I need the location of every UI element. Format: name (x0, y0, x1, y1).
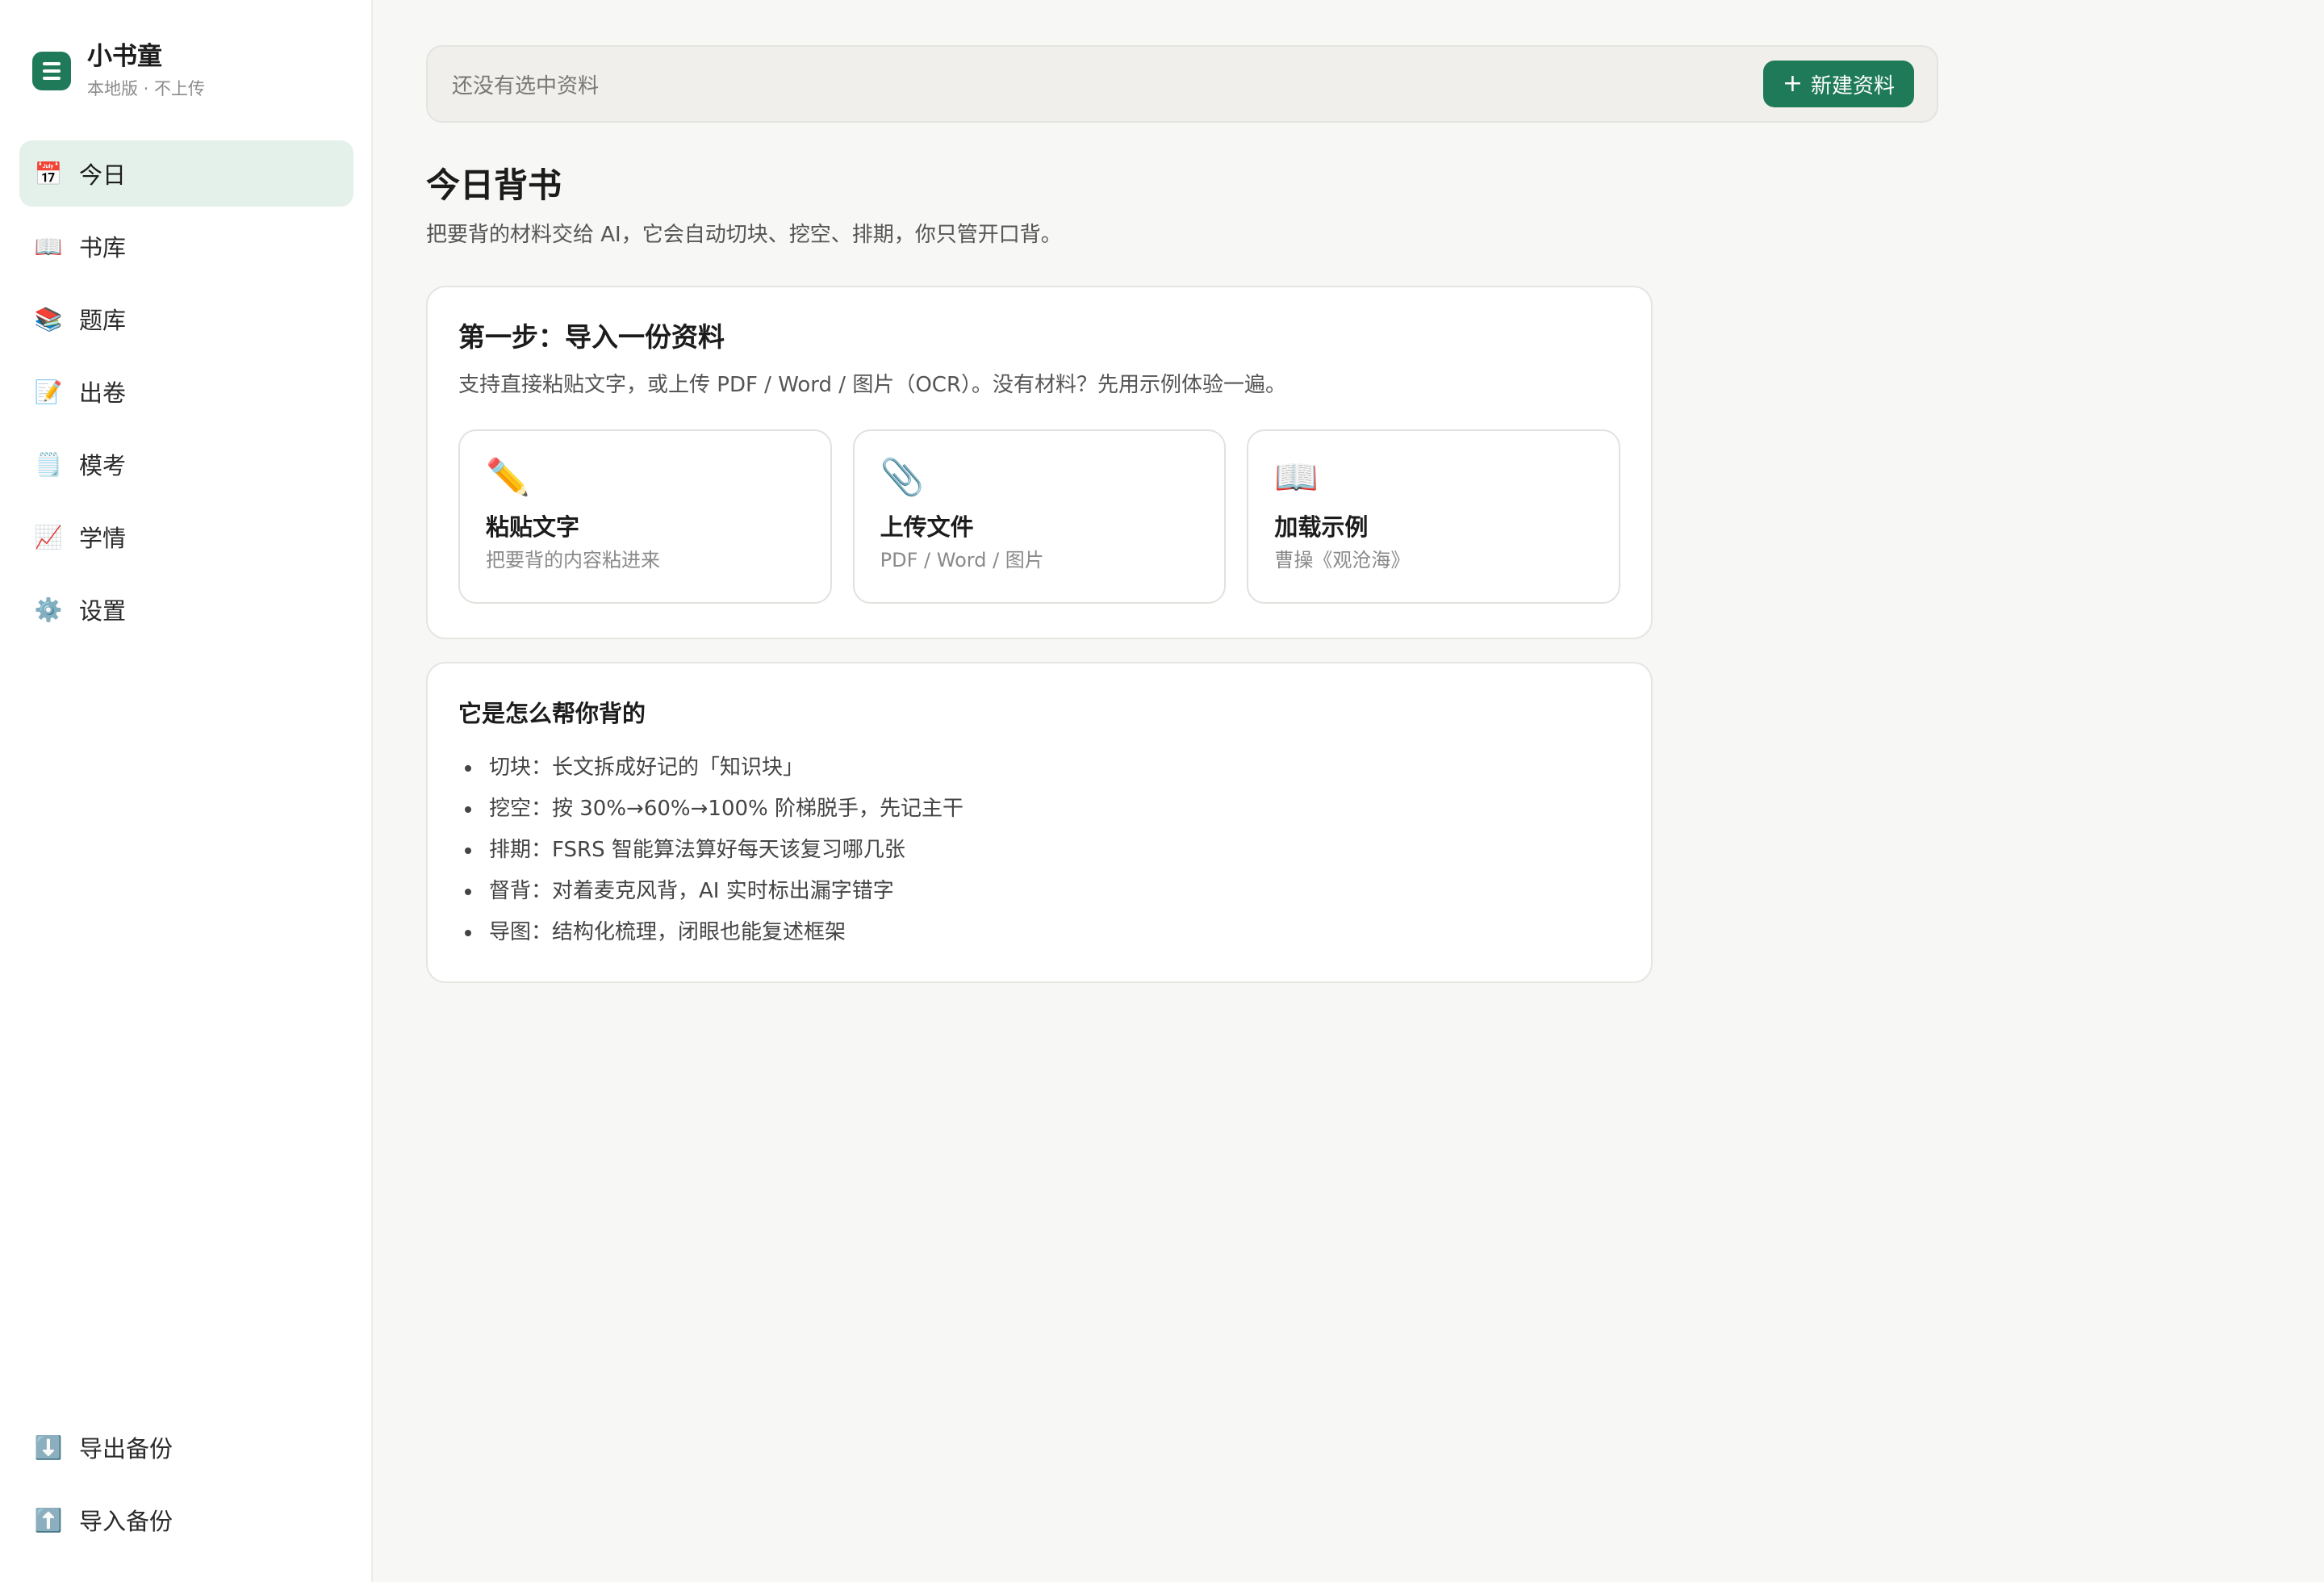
sidebar-item-label: 学情 (79, 525, 127, 552)
how-card-title: 它是怎么帮你背的 (458, 700, 646, 727)
brand: 小书童 本地版 · 不上传 (32, 40, 205, 100)
upload-file-option[interactable]: 📎 上传文件 PDF / Word / 图片 (852, 429, 1227, 604)
main-content: 还没有选中资料 + 新建资料 今日背书 把要背的材料交给 AI，它会自动切块、挖… (373, 0, 2324, 1582)
sidebar-item-label: 题库 (79, 307, 127, 334)
sidebar-item-settings[interactable]: ⚙️ 设置 (19, 576, 353, 642)
upload-icon: ⬆️ (34, 1506, 63, 1534)
step-card-title: 第一步：导入一份资料 (458, 321, 725, 353)
bullet-icon (465, 888, 471, 895)
notepad-icon: 🗒️ (34, 450, 63, 478)
list-item: 督背：对着麦克风背，AI 实时标出漏字错字 (458, 871, 1620, 912)
bullet-icon (465, 847, 471, 854)
sidebar-item-label: 导入备份 (79, 1508, 173, 1535)
memo-icon: 📝 (34, 378, 63, 405)
download-icon: ⬇️ (34, 1433, 63, 1461)
material-selector-bar: 还没有选中资料 + 新建资料 (426, 45, 1938, 123)
import-backup-button[interactable]: ⬆️ 导入备份 (19, 1487, 353, 1553)
bullet-icon (465, 929, 471, 936)
import-options: ✏️ 粘贴文字 把要背的内容粘进来 📎 上传文件 PDF / Word / 图片… (458, 429, 1621, 604)
books-icon: 📚 (34, 305, 63, 333)
load-example-option[interactable]: 📖 加载示例 曹操《观沧海》 (1247, 429, 1621, 604)
sidebar-bottom: ⬇️ 导出备份 ⬆️ 导入备份 (19, 1414, 353, 1559)
list-item: 导图：结构化梳理，闭眼也能复述框架 (458, 912, 1620, 953)
export-backup-button[interactable]: ⬇️ 导出备份 (19, 1414, 353, 1480)
bullet-icon (465, 764, 471, 772)
sidebar-item-library[interactable]: 📖 书库 (19, 213, 353, 279)
book-icon: 📖 (34, 232, 63, 260)
sidebar-item-today[interactable]: 📅 今日 (19, 140, 353, 207)
sidebar-item-make-paper[interactable]: 📝 出卷 (19, 358, 353, 425)
sidebar-item-label: 导出备份 (79, 1435, 173, 1463)
import-step-card: 第一步：导入一份资料 支持直接粘贴文字，或上传 PDF / Word / 图片（… (426, 286, 1653, 639)
sidebar-item-label: 设置 (79, 597, 127, 625)
option-subtitle: 曹操《观沧海》 (1274, 549, 1411, 571)
sidebar-item-label: 模考 (79, 452, 127, 479)
step-card-description: 支持直接粘贴文字，或上传 PDF / Word / 图片（OCR）。没有材料？先… (458, 373, 1287, 397)
sidebar-item-label: 书库 (79, 234, 127, 262)
sidebar-item-question-bank[interactable]: 📚 题库 (19, 286, 353, 352)
paperclip-icon: 📎 (880, 457, 925, 498)
option-title: 加载示例 (1274, 513, 1369, 541)
page-title: 今日背书 (426, 165, 562, 205)
sidebar-item-progress[interactable]: 📈 学情 (19, 504, 353, 570)
page-description: 把要背的材料交给 AI，它会自动切块、挖空、排期，你只管开口背。 (426, 223, 1062, 247)
app-root: 小书童 本地版 · 不上传 📅 今日 📖 书库 📚 题库 📝 出卷 � (0, 0, 2324, 1582)
new-material-button[interactable]: + 新建资料 (1762, 61, 1914, 107)
how-list: 切块：长文拆成好记的「知识块」 挖空：按 30%→60%→100% 阶梯脱手，先… (458, 747, 1620, 953)
chart-up-icon: 📈 (34, 523, 63, 550)
sidebar-item-mock-exam[interactable]: 🗒️ 模考 (19, 431, 353, 497)
bullet-icon (465, 806, 471, 813)
option-subtitle: 把要背的内容粘进来 (486, 549, 660, 571)
app-name: 小书童 (87, 42, 162, 71)
plus-icon: + (1782, 69, 1803, 98)
new-material-label: 新建资料 (1810, 73, 1895, 98)
open-book-icon: 📖 (1274, 457, 1319, 498)
list-item: 挖空：按 30%→60%→100% 阶梯脱手，先记主干 (458, 789, 1620, 830)
sidebar: 小书童 本地版 · 不上传 📅 今日 📖 书库 📚 题库 📝 出卷 � (0, 0, 373, 1582)
app-subtitle: 本地版 · 不上传 (87, 79, 206, 98)
list-item: 切块：长文拆成好记的「知识块」 (458, 747, 1620, 789)
option-title: 粘贴文字 (486, 513, 580, 541)
menu-icon (32, 52, 71, 90)
pencil-icon: ✏️ (486, 457, 530, 498)
option-title: 上传文件 (880, 513, 974, 541)
how-it-works-card: 它是怎么帮你背的 切块：长文拆成好记的「知识块」 挖空：按 30%→60%→10… (426, 662, 1653, 983)
sidebar-item-label: 出卷 (79, 379, 127, 407)
gear-icon: ⚙️ (34, 596, 63, 623)
calendar-icon: 📅 (34, 160, 63, 187)
paste-text-option[interactable]: ✏️ 粘贴文字 把要背的内容粘进来 (458, 429, 832, 604)
sidebar-nav: 📅 今日 📖 书库 📚 题库 📝 出卷 🗒️ 模考 📈 学情 ⚙️ 设置 (19, 140, 353, 649)
selected-material-status: 还没有选中资料 (452, 73, 600, 98)
option-subtitle: PDF / Word / 图片 (880, 549, 1044, 571)
sidebar-item-label: 今日 (79, 161, 127, 189)
list-item: 排期：FSRS 智能算法算好每天该复习哪几张 (458, 830, 1620, 871)
